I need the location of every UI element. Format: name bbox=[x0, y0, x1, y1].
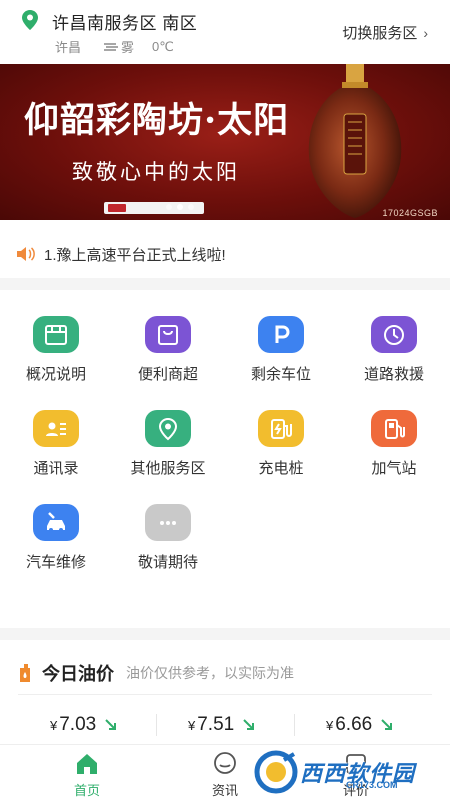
car-repair-icon bbox=[33, 504, 79, 541]
service-gas-station[interactable]: 加气站 bbox=[338, 384, 450, 478]
service-grid: 概况说明 便利商超 剩余车位 道路救援 通讯录 其他服务区 充电桩 加气站 汽车… bbox=[0, 290, 450, 626]
temperature-label: 0℃ bbox=[152, 38, 174, 54]
service-label: 便利商超 bbox=[137, 366, 198, 383]
oil-price-value: 6.66 bbox=[335, 714, 373, 735]
currency-symbol: ¥ bbox=[188, 717, 196, 733]
trend-down-icon bbox=[105, 719, 117, 730]
oil-divider bbox=[18, 694, 432, 695]
service-parking[interactable]: 剩余车位 bbox=[225, 290, 337, 384]
header: 许昌南服务区 南区 许昌 雾 0℃ 切换服务区 › bbox=[0, 0, 450, 64]
service-car-repair[interactable]: 汽车维修 bbox=[0, 478, 112, 572]
weather-label: 雾 bbox=[121, 40, 135, 55]
service-label: 其他服务区 bbox=[130, 460, 206, 477]
service-label: 加气站 bbox=[371, 460, 417, 477]
service-overview[interactable]: 概况说明 bbox=[0, 290, 112, 384]
service-label: 剩余车位 bbox=[250, 366, 311, 383]
oil-price-item: ¥ 7.03 bbox=[50, 714, 118, 736]
watermark-sub: CR173.COM bbox=[346, 780, 398, 790]
notice-text: 1.豫上高速平台正式上线啦! bbox=[44, 246, 226, 264]
section-divider bbox=[0, 278, 450, 290]
section-divider bbox=[0, 628, 450, 640]
bottom-nav: 首页 资讯 评价 西西软件园 CR173.COM bbox=[0, 744, 450, 800]
service-label: 概况说明 bbox=[25, 366, 86, 383]
trend-down-icon bbox=[381, 719, 393, 730]
oil-price-item: ¥ 7.51 bbox=[188, 714, 256, 736]
switch-label: 切换服务区 bbox=[342, 25, 418, 42]
home-icon bbox=[77, 754, 97, 774]
banner-dot[interactable] bbox=[166, 204, 172, 210]
oil-title: 今日油价 bbox=[42, 664, 114, 684]
oil-price-section: 今日油价 油价仅供参考，以实际为准 ¥ 7.03 ¥ 7.51 ¥ 6.66 bbox=[0, 640, 450, 740]
switch-service-area-button[interactable]: 切换服务区 › bbox=[342, 22, 428, 43]
currency-symbol: ¥ bbox=[50, 717, 58, 733]
service-other-areas[interactable]: 其他服务区 bbox=[112, 384, 224, 478]
banner-dot-active[interactable] bbox=[177, 204, 183, 210]
fog-icon bbox=[104, 42, 119, 51]
service-label: 敬请期待 bbox=[137, 554, 198, 571]
service-label: 汽车维修 bbox=[25, 554, 86, 571]
oil-title-row: 今日油价 油价仅供参考，以实际为准 bbox=[18, 660, 294, 686]
weather-row: 许昌 雾 0℃ bbox=[55, 37, 174, 56]
service-road-rescue[interactable]: 道路救援 bbox=[338, 290, 450, 384]
oil-note: 油价仅供参考，以实际为准 bbox=[126, 665, 294, 681]
liquor-bottle-image bbox=[308, 64, 402, 218]
price-separator bbox=[294, 714, 295, 736]
station-name: 许昌南服务区 南区 bbox=[52, 14, 198, 33]
oil-price-item: ¥ 6.66 bbox=[326, 714, 394, 736]
charging-icon bbox=[258, 410, 304, 447]
nav-home[interactable]: 首页 bbox=[47, 751, 127, 799]
price-separator bbox=[156, 714, 157, 736]
chevron-right-icon: › bbox=[423, 24, 428, 41]
oil-drop-icon bbox=[20, 664, 30, 682]
banner-headline: 仰韶彩陶坊·太阳 bbox=[24, 100, 290, 141]
notice-bar[interactable]: 1.豫上高速平台正式上线啦! bbox=[0, 232, 450, 276]
service-contacts[interactable]: 通讯录 bbox=[0, 384, 112, 478]
speaker-icon bbox=[17, 247, 35, 261]
nav-label: 资讯 bbox=[211, 783, 238, 798]
service-label: 充电桩 bbox=[258, 460, 304, 477]
gas-station-icon bbox=[371, 410, 417, 447]
service-label: 道路救援 bbox=[363, 366, 424, 383]
sponsor-logo-icon bbox=[108, 204, 126, 212]
oil-price-value: 7.03 bbox=[59, 714, 97, 735]
service-convenience-store[interactable]: 便利商超 bbox=[112, 290, 224, 384]
chat-icon bbox=[214, 752, 236, 774]
trend-down-icon bbox=[243, 719, 255, 730]
service-coming-soon[interactable]: 敬请期待 bbox=[112, 478, 224, 572]
city-label: 许昌 bbox=[55, 40, 82, 55]
service-label: 通讯录 bbox=[33, 460, 79, 477]
parking-icon bbox=[258, 316, 304, 353]
service-charging[interactable]: 充电桩 bbox=[225, 384, 337, 478]
watermark: 西西软件园 CR173.COM bbox=[250, 748, 446, 796]
currency-symbol: ¥ bbox=[326, 717, 334, 733]
shopping-bag-icon bbox=[145, 316, 191, 353]
banner-code: 17024GSGB bbox=[382, 208, 438, 218]
banner-dot[interactable] bbox=[188, 204, 194, 210]
watermark-logo-icon bbox=[254, 750, 298, 794]
ad-banner[interactable]: 仰韶彩陶坊·太阳 致敬心中的太阳 17024GSGB bbox=[0, 64, 450, 220]
nav-label: 首页 bbox=[73, 783, 100, 798]
location-pin-icon bbox=[145, 410, 191, 447]
location-pin-icon bbox=[22, 10, 38, 30]
banner-pagination bbox=[166, 204, 194, 210]
banner-slogan: 致敬心中的太阳 bbox=[72, 161, 240, 184]
oil-price-value: 7.51 bbox=[197, 714, 235, 735]
rescue-clock-icon bbox=[371, 316, 417, 353]
store-icon bbox=[33, 316, 79, 353]
contacts-icon bbox=[33, 410, 79, 447]
more-icon bbox=[145, 504, 191, 541]
